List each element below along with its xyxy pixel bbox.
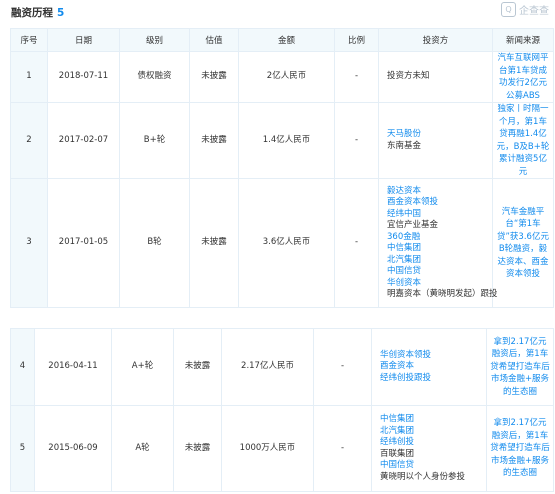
table-row: 4 2016-04-11 A+轮 未披露 2.17亿人民币 - 华创资本领投 酉金资本 经纬创投… (10, 328, 554, 406)
investor-link[interactable]: 华创资本领投 (380, 350, 483, 362)
row-amount: 1000万人民币 (221, 405, 314, 492)
col-header-ratio: 比例 (334, 28, 379, 52)
col-header-seq: 序号 (10, 28, 48, 52)
investor-link[interactable]: 北汽集团 (387, 255, 489, 267)
qichacha-logo-icon: Q (501, 2, 516, 17)
section-title-text: 融资历程 (11, 7, 53, 19)
row-valuation: 未披露 (173, 405, 222, 492)
financing-table-top: 序号 日期 级别 估值 金额 比例 投资方 新闻来源 1 2018-07-11 债权… (10, 28, 554, 308)
row-seq: 2 (10, 102, 48, 179)
investor-link[interactable]: 北汽集团 (380, 426, 483, 438)
investor-name: 明嘉资本（黄晓明发起）跟投 (387, 289, 498, 299)
row-investors: 天马股份 东南基金 (378, 102, 493, 179)
row-news: 拿到2.17亿元融资后，第1车贷希望打造车后市场金融+服务的生态圈 (486, 328, 554, 406)
investor-link[interactable]: 酉金资本领投 (387, 197, 489, 209)
investor-name: 黄晓明以个人身份参投 (380, 471, 466, 482)
investor-name: 东南基金 (387, 140, 422, 151)
row-level: 债权融资 (119, 51, 190, 103)
investor-link[interactable]: 华创资本 (387, 278, 489, 290)
investor-link[interactable]: 360金融 (387, 232, 489, 244)
row-ratio: - (334, 102, 379, 179)
row-ratio: - (334, 51, 379, 103)
col-header-investors: 投资方 (378, 28, 493, 52)
row-level: B轮 (119, 178, 190, 308)
table-row: 3 2017-01-05 B轮 未披露 3.6亿人民币 - 毅达资本 酉金资本领投 经纬中国 宜信… (10, 178, 554, 308)
row-level: B+轮 (119, 102, 190, 179)
row-investors: 毅达资本 酉金资本领投 经纬中国 宜信产业基金 360金融 中信集团 北汽集团 中国信贷 华创资… (378, 178, 498, 308)
table-row: 1 2018-07-11 债权融资 未披露 2亿人民币 - 投资方未知 汽车互联网平台第1车贷… (10, 51, 554, 103)
row-seq: 4 (10, 328, 35, 406)
row-valuation: 未披露 (173, 328, 222, 406)
row-seq: 1 (10, 51, 48, 103)
row-valuation: 未披露 (189, 51, 239, 103)
news-link[interactable]: 独家丨时隔一个月，第1车贷再融1.4亿元，B及B+轮累计融资5亿元 (497, 104, 550, 177)
investor-link[interactable]: 毅达资本 (387, 186, 489, 198)
investor-link[interactable]: 中信集团 (387, 243, 489, 255)
row-date: 2017-01-05 (47, 178, 120, 308)
investor-name: 投资方未知 (387, 71, 430, 82)
row-investors: 中信集团 北汽集团 经纬创投 百联集团 中国信贷 黄晓明以个人身份参投 (371, 405, 487, 492)
row-news: 汽车互联网平台第1车贷成功发行2亿元公募ABS (492, 51, 554, 103)
financing-table-bottom: 4 2016-04-11 A+轮 未披露 2.17亿人民币 - 华创资本领投 酉金资本 经纬创投… (10, 328, 554, 492)
table-row: 5 2015-06-09 A轮 未披露 1000万人民币 - 中信集团 北汽集团 经纬创投 百联集… (10, 405, 554, 492)
row-date: 2016-04-11 (34, 328, 112, 406)
news-link[interactable]: 拿到2.17亿元融资后，第1车贷希望打造车后市场金融+服务的生态圈 (490, 418, 550, 478)
row-date: 2018-07-11 (47, 51, 120, 103)
news-link[interactable]: 汽车互联网平台第1车贷成功发行2亿元公募ABS (497, 53, 548, 101)
watermark-text: 企查查 (519, 6, 549, 17)
investor-link[interactable]: 中国信贷 (387, 266, 489, 278)
row-amount: 2亿人民币 (238, 51, 335, 103)
investor-name: 宜信产业基金 (387, 220, 439, 230)
row-news: 独家丨时隔一个月，第1车贷再融1.4亿元，B及B+轮累计融资5亿元 (492, 102, 554, 179)
section-title: 融资历程 5 (11, 5, 64, 20)
row-ratio: - (334, 178, 379, 308)
investor-link[interactable]: 经纬创投 (380, 437, 483, 449)
row-level: A轮 (111, 405, 174, 492)
investor-link[interactable]: 经纬中国 (387, 209, 489, 221)
col-header-valuation: 估值 (189, 28, 239, 52)
row-investors: 投资方未知 (378, 51, 493, 103)
row-date: 2017-02-07 (47, 102, 120, 179)
row-amount: 1.4亿人民币 (238, 102, 335, 179)
investor-link[interactable]: 中信集团 (380, 414, 483, 426)
row-ratio: - (313, 405, 372, 492)
news-link[interactable]: 汽车金融平台“第1车贷”获3.6亿元B轮融资，毅达资本、酉金资本领投 (497, 207, 549, 280)
section-header: 融资历程 5 Q 企查查 (0, 0, 555, 23)
investor-link[interactable]: 经纬创投跟投 (380, 373, 483, 385)
row-seq: 3 (10, 178, 48, 308)
col-header-amount: 金额 (238, 28, 335, 52)
row-valuation: 未披露 (189, 102, 239, 179)
investor-link[interactable]: 天马股份 (387, 129, 489, 141)
row-investors: 华创资本领投 酉金资本 经纬创投跟投 (371, 328, 487, 406)
record-count: 5 (57, 7, 65, 19)
investor-name: 百联集团 (380, 448, 415, 459)
col-header-level: 级别 (119, 28, 190, 52)
table-row: 2 2017-02-07 B+轮 未披露 1.4亿人民币 - 天马股份 东南基金 独家丨时隔一个… (10, 102, 554, 179)
row-level: A+轮 (111, 328, 174, 406)
col-header-news: 新闻来源 (492, 28, 554, 52)
row-valuation: 未披露 (189, 178, 239, 308)
investor-link[interactable]: 中国信贷 (380, 460, 483, 472)
table-header-row: 序号 日期 级别 估值 金额 比例 投资方 新闻来源 (10, 28, 554, 52)
row-news: 拿到2.17亿元融资后，第1车贷希望打造车后市场金融+服务的生态圈 (486, 405, 554, 492)
row-news: 汽车金融平台“第1车贷”获3.6亿元B轮融资，毅达资本、酉金资本领投 (492, 178, 554, 308)
row-date: 2015-06-09 (34, 405, 112, 492)
row-amount: 2.17亿人民币 (221, 328, 314, 406)
news-link[interactable]: 拿到2.17亿元融资后，第1车贷希望打造车后市场金融+服务的生态圈 (490, 337, 550, 397)
row-ratio: - (313, 328, 372, 406)
row-seq: 5 (10, 405, 35, 492)
row-amount: 3.6亿人民币 (238, 178, 335, 308)
col-header-date: 日期 (47, 28, 120, 52)
watermark: Q 企查查 (501, 2, 549, 17)
investor-link[interactable]: 酉金资本 (380, 361, 483, 373)
